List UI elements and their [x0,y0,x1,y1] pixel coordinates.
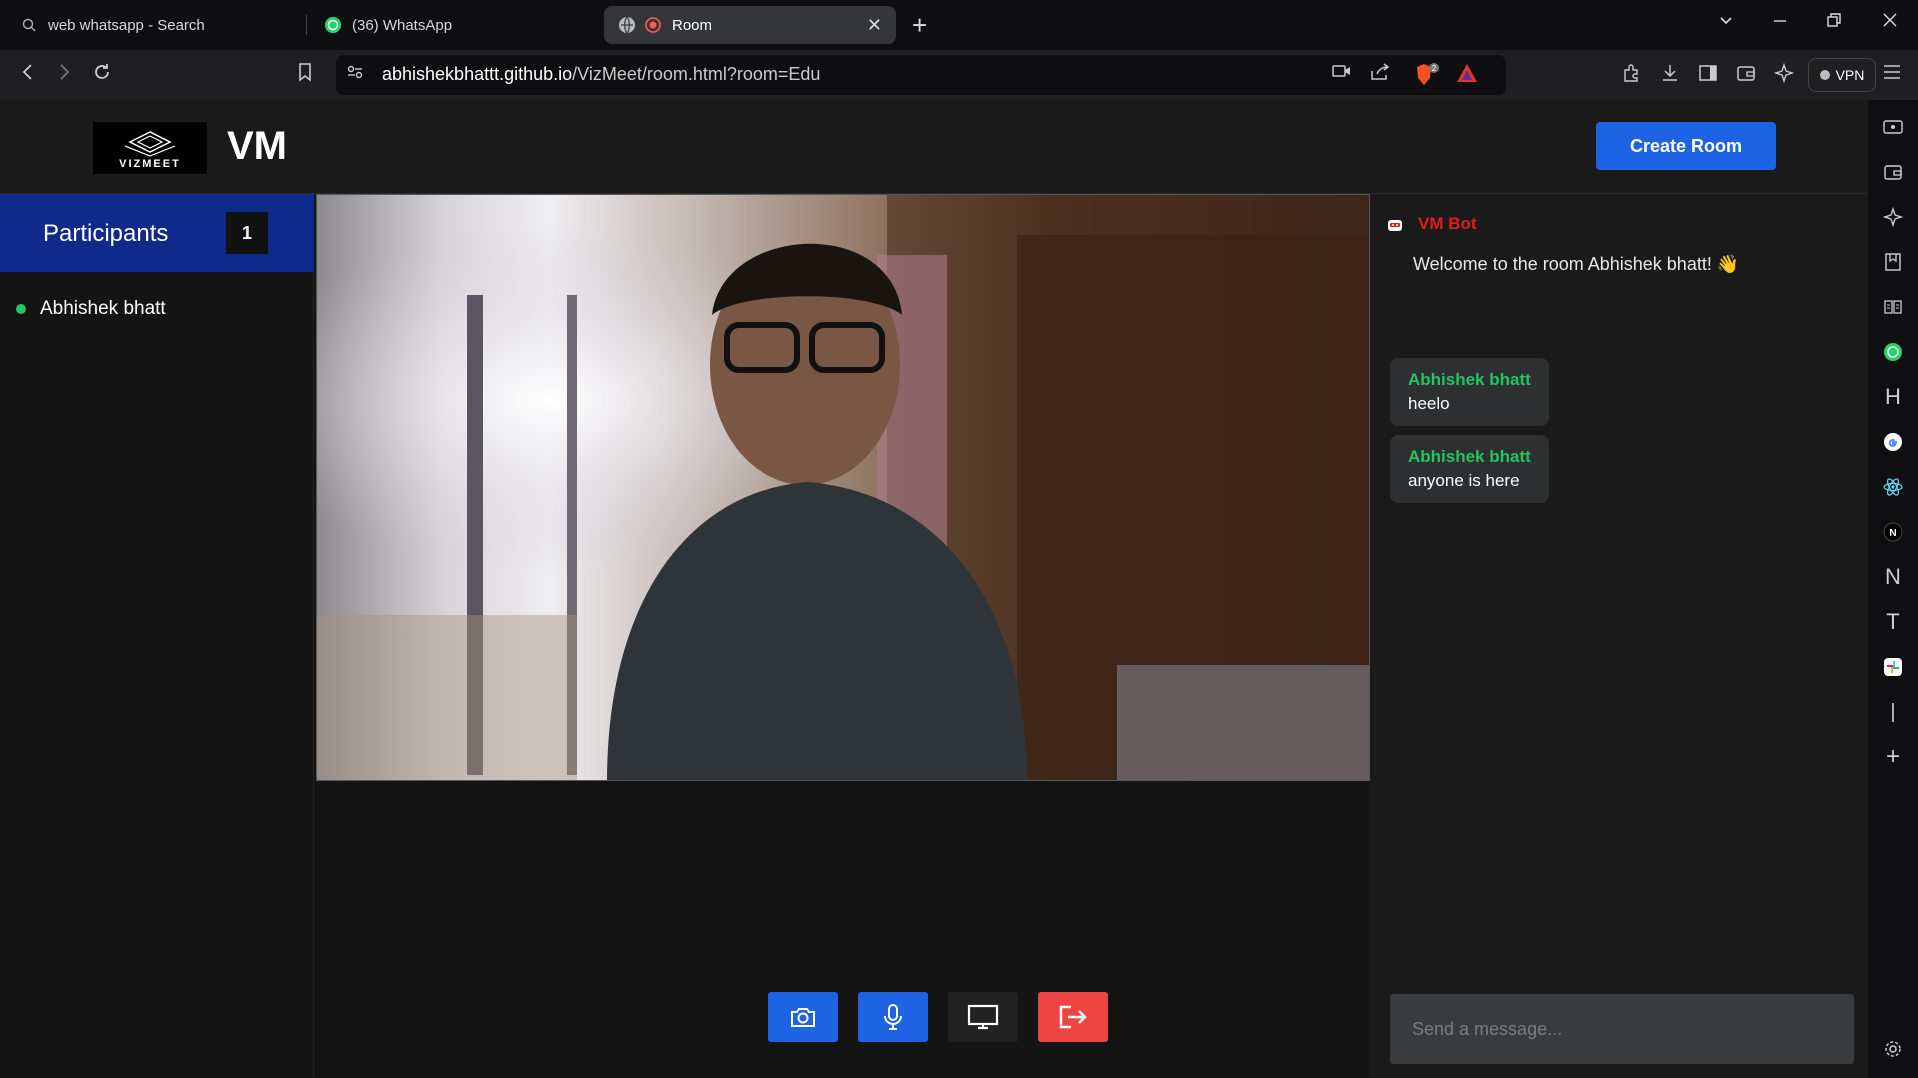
add-icon[interactable]: + [1880,743,1906,770]
camera-button[interactable] [768,992,838,1042]
share-icon[interactable] [1370,63,1390,86]
wallet-icon[interactable] [1880,159,1906,185]
url-path: /VizMeet/room.html?room=Edu [572,64,821,84]
message-sender: Abhishek bhatt [1408,447,1531,466]
camera-permission-icon[interactable] [1332,63,1352,84]
microphone-icon [884,1004,902,1030]
new-tab-button[interactable]: + [912,10,927,41]
tab-label: web whatsapp - Search [48,16,205,34]
microphone-button[interactable] [858,992,928,1042]
participants-header: Participants 1 [0,194,314,272]
call-controls [748,970,1128,1064]
video-area [315,194,1370,1078]
globe-icon [618,16,636,34]
minimize-icon[interactable] [1772,12,1788,33]
wallet-icon[interactable] [1736,63,1756,88]
tab-bar: web whatsapp - Search (36) WhatsApp Room… [0,0,1918,50]
i-icon[interactable]: | [1880,699,1906,725]
menu-icon[interactable] [1882,63,1902,86]
logo[interactable]: VIZMEET [93,122,207,174]
participants-panel: Participants 1 Abhishek bhatt [0,194,314,1078]
chat-message-input[interactable] [1390,994,1854,1064]
back-icon[interactable] [18,62,38,88]
site-settings-icon[interactable] [346,63,364,86]
chat-panel: VM Bot Welcome to the room Abhishek bhat… [1370,194,1868,1078]
close-tab-icon[interactable]: ✕ [867,15,882,36]
bot-name: VM Bot [1418,214,1477,233]
svg-text:2: 2 [1432,64,1437,73]
notion-icon[interactable]: N [1880,519,1906,545]
logo-text: VIZMEET [119,158,181,170]
chat-message: Abhishek bhatt anyone is here [1390,435,1549,503]
message-text: anyone is here [1408,471,1520,490]
url-domain: abhishekbhattt.github.io [382,64,573,84]
welcome-message: Welcome to the room Abhishek bhatt! 👋 [1413,254,1740,274]
app-header: VIZMEET VM Create Room [0,100,1868,194]
vizmeet-app: VIZMEET VM Create Room Participants 1 Ab… [0,100,1868,1078]
online-status-icon [16,304,26,314]
leo-ai-icon[interactable] [1773,62,1795,88]
n-icon[interactable]: N [1880,564,1906,590]
tab-label: (36) WhatsApp [352,16,453,34]
monitor-icon [967,1004,999,1030]
google-icon[interactable] [1880,429,1906,455]
bookmark-icon[interactable] [296,62,314,88]
svg-text:N: N [1889,528,1896,539]
brave-rewards-icon[interactable] [1456,63,1478,88]
webcam-image [317,195,1369,780]
brand-title: VM [227,124,287,168]
search-icon [20,16,38,34]
brave-shields-icon[interactable]: 2 [1414,63,1440,92]
screen-share-button[interactable] [948,992,1018,1042]
exit-icon [1059,1005,1087,1029]
extensions-icon[interactable] [1622,63,1642,88]
h-icon[interactable]: H [1880,384,1906,410]
tab-whatsapp[interactable]: (36) WhatsApp [324,6,452,44]
tab-search[interactable]: web whatsapp - Search [20,6,205,44]
vpn-button[interactable]: VPN [1808,58,1876,92]
t-icon[interactable]: T [1880,609,1906,635]
react-icon[interactable] [1880,474,1906,500]
message-text: heelo [1408,394,1450,413]
restore-icon[interactable] [1826,12,1842,33]
whatsapp-icon [324,16,342,34]
reload-icon[interactable] [92,62,112,88]
reading-list-icon[interactable] [1880,294,1906,320]
slack-icon[interactable] [1880,654,1906,680]
create-room-button[interactable]: Create Room [1596,122,1776,170]
sidebar-toggle-icon[interactable] [1698,63,1718,88]
participants-title: Participants [43,220,169,247]
tab-room[interactable]: Room ✕ [604,6,896,44]
message-sender: Abhishek bhatt [1408,370,1531,389]
participant-name: Abhishek bhatt [40,298,166,319]
browser-sidebar: H N N T | + [1868,100,1918,1078]
video-feed [316,194,1370,781]
close-window-icon[interactable] [1882,12,1898,33]
video-icon[interactable] [1880,114,1906,140]
vpn-label: VPN [1835,67,1865,83]
leave-call-button[interactable] [1038,992,1108,1042]
logo-emblem-icon [124,131,176,157]
whatsapp-icon[interactable] [1880,339,1906,365]
leo-icon[interactable] [1880,204,1906,230]
tab-list-icon[interactable] [1718,12,1734,33]
camera-icon [791,1008,815,1027]
robot-icon [1388,220,1402,231]
participants-count: 1 [226,212,268,254]
recording-icon [644,16,662,34]
chat-message: Abhishek bhatt heelo [1390,358,1549,426]
download-icon[interactable] [1660,63,1680,88]
vpn-status-icon [1819,70,1830,80]
forward-icon[interactable] [54,62,74,88]
settings-icon[interactable] [1880,1036,1906,1062]
participant-item: Abhishek bhatt [16,298,166,320]
tab-label: Room [672,16,713,34]
url-text[interactable]: abhishekbhattt.github.io/VizMeet/room.ht… [382,64,820,85]
bookmarks-icon[interactable] [1880,249,1906,275]
